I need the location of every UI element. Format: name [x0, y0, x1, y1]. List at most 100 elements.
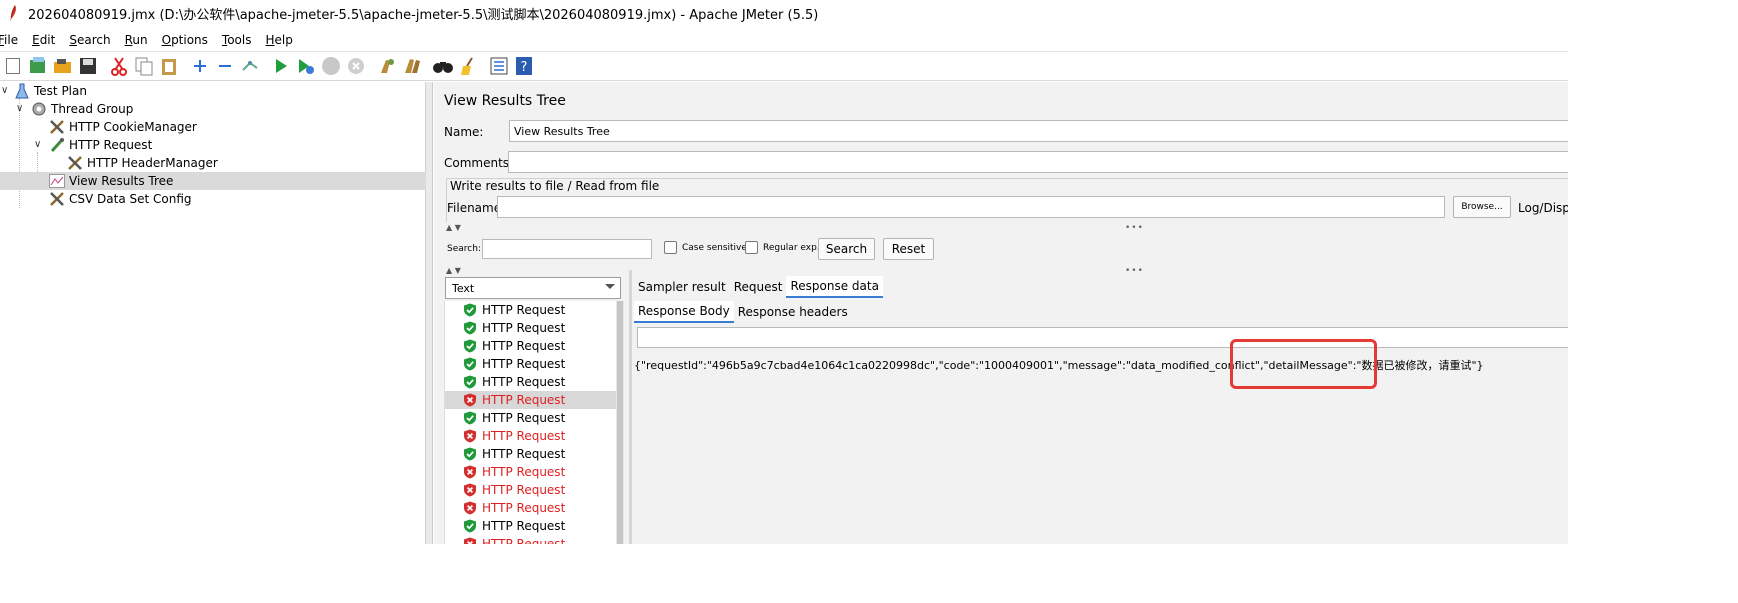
menu-search[interactable]: Search	[69, 33, 110, 47]
result-item[interactable]: HTTP Request	[445, 373, 617, 391]
result-item[interactable]: HTTP Request	[445, 535, 617, 544]
result-item[interactable]: HTTP Request	[445, 481, 617, 499]
results-list: HTTP Request HTTP Request HTTP Request HTTP…	[444, 301, 617, 544]
cut-icon[interactable]	[108, 55, 130, 77]
tree-node-cookie-manager[interactable]: HTTP CookieManager	[49, 118, 197, 136]
tree-node-thread-group[interactable]: Thread Group	[31, 100, 133, 118]
start-no-pauses-icon[interactable]	[295, 55, 317, 77]
help-icon[interactable]: ?	[513, 55, 535, 77]
result-item[interactable]: HTTP Request	[445, 409, 617, 427]
menu-file[interactable]: File	[0, 33, 18, 47]
tree-node-csv-data-set[interactable]: CSV Data Set Config	[49, 190, 192, 208]
split-grip-icon[interactable]: •••	[1125, 223, 1144, 233]
browse-button[interactable]: Browse...	[1453, 196, 1511, 218]
result-item-label: HTTP Request	[482, 411, 566, 425]
function-helper-icon[interactable]	[488, 55, 510, 77]
config-tools-icon	[67, 155, 83, 171]
start-icon[interactable]	[270, 55, 292, 77]
result-item[interactable]: HTTP Request	[445, 499, 617, 517]
templates-icon[interactable]	[27, 55, 49, 77]
tree-collapse-chevron-icon[interactable]: ∨	[1, 85, 8, 96]
copy-icon[interactable]	[133, 55, 155, 77]
result-item-label: HTTP Request	[482, 447, 566, 461]
tree-node-http-request[interactable]: HTTP Request	[49, 136, 152, 154]
reset-search-broom-icon[interactable]	[457, 55, 479, 77]
reset-button[interactable]: Reset	[883, 238, 934, 260]
main-splitter[interactable]	[426, 82, 433, 544]
response-search-field[interactable]	[637, 327, 1568, 348]
menu-help[interactable]: Help	[266, 33, 293, 47]
expand-all-icon[interactable]	[189, 55, 211, 77]
tree-node-label: Thread Group	[51, 102, 134, 116]
result-item[interactable]: HTTP Request	[445, 517, 617, 535]
tab-sampler-result[interactable]: Sampler result	[634, 276, 730, 298]
tab-response-data[interactable]: Response data	[786, 276, 883, 298]
open-icon[interactable]	[52, 55, 74, 77]
collapse-all-icon[interactable]	[214, 55, 236, 77]
filename-field[interactable]	[497, 196, 1445, 218]
name-field[interactable]: View Results Tree	[509, 120, 1568, 142]
scrollbar-thumb[interactable]	[617, 301, 623, 544]
clear-all-icon[interactable]	[401, 55, 423, 77]
tab-response-body[interactable]: Response Body	[634, 301, 734, 323]
tab-response-headers[interactable]: Response headers	[734, 301, 852, 323]
jmeter-window: 202604080919.jmx (D:\办公软件\apache-jmeter-…	[0, 0, 1568, 544]
menu-options-mnemonic: O	[161, 33, 172, 47]
success-shield-icon	[463, 321, 477, 335]
tree-node-label: View Results Tree	[69, 174, 174, 188]
results-splitter[interactable]	[629, 270, 632, 544]
menu-help-mnemonic: H	[265, 33, 275, 47]
comments-field[interactable]	[508, 151, 1568, 173]
log-display-label: Log/Displa	[1518, 201, 1568, 215]
search-button[interactable]: Search	[818, 238, 875, 260]
result-item[interactable]: HTTP Request	[445, 445, 617, 463]
failure-shield-icon	[463, 501, 477, 515]
collapse-arrows-icon[interactable]: ▲ ▼	[446, 266, 461, 275]
menu-options[interactable]: Options	[162, 33, 208, 47]
filename-label: Filename	[447, 201, 502, 215]
menu-search-mnemonic: S	[69, 33, 77, 47]
search-input[interactable]	[482, 239, 652, 259]
result-item-label: HTTP Request	[482, 501, 566, 515]
case-sensitive-checkbox[interactable]	[664, 241, 677, 254]
result-item[interactable]: HTTP Request	[445, 427, 617, 445]
toggle-icon[interactable]	[239, 55, 261, 77]
menu-tools[interactable]: Tools	[222, 33, 252, 47]
success-shield-icon	[463, 357, 477, 371]
result-item[interactable]: HTTP Request	[445, 463, 617, 481]
menu-search-label: earch	[76, 33, 111, 47]
shutdown-icon[interactable]	[345, 55, 367, 77]
new-icon[interactable]	[2, 55, 24, 77]
regex-checkbox[interactable]	[745, 241, 758, 254]
panel-title: View Results Tree	[444, 93, 566, 109]
title-bar: 202604080919.jmx (D:\办公软件\apache-jmeter-…	[0, 0, 1568, 26]
result-item[interactable]: HTTP Request	[445, 337, 617, 355]
result-item-label: HTTP Request	[482, 303, 566, 317]
result-item[interactable]: HTTP Request	[445, 391, 617, 409]
search-binoculars-icon[interactable]	[432, 55, 454, 77]
tree-node-view-results-tree[interactable]: View Results Tree	[0, 172, 426, 190]
renderer-select[interactable]: Text	[445, 277, 621, 299]
collapse-arrows-icon[interactable]: ▲ ▼	[446, 223, 461, 232]
tree-collapse-chevron-icon[interactable]: ∨	[34, 139, 41, 150]
clear-icon[interactable]	[376, 55, 398, 77]
tree-collapse-chevron-icon[interactable]: ∨	[16, 103, 23, 114]
tree-node-test-plan[interactable]: Test Plan	[14, 82, 87, 100]
success-shield-icon	[463, 303, 477, 317]
paste-icon[interactable]	[158, 55, 180, 77]
results-scrollbar[interactable]	[616, 301, 624, 544]
tree-node-label: HTTP CookieManager	[69, 120, 197, 134]
search-label: Search:	[447, 244, 481, 254]
tree-node-header-manager[interactable]: HTTP HeaderManager	[67, 154, 218, 172]
menu-edit[interactable]: Edit	[32, 33, 55, 47]
menu-run[interactable]: Run	[125, 33, 148, 47]
tab-request[interactable]: Request	[730, 276, 787, 298]
save-icon[interactable]	[77, 55, 99, 77]
result-item[interactable]: HTTP Request	[445, 319, 617, 337]
tree-node-label: CSV Data Set Config	[69, 192, 192, 206]
result-item[interactable]: HTTP Request	[445, 301, 617, 319]
split-grip-icon[interactable]: •••	[1125, 266, 1144, 276]
success-shield-icon	[463, 375, 477, 389]
stop-icon[interactable]	[320, 55, 342, 77]
result-item[interactable]: HTTP Request	[445, 355, 617, 373]
